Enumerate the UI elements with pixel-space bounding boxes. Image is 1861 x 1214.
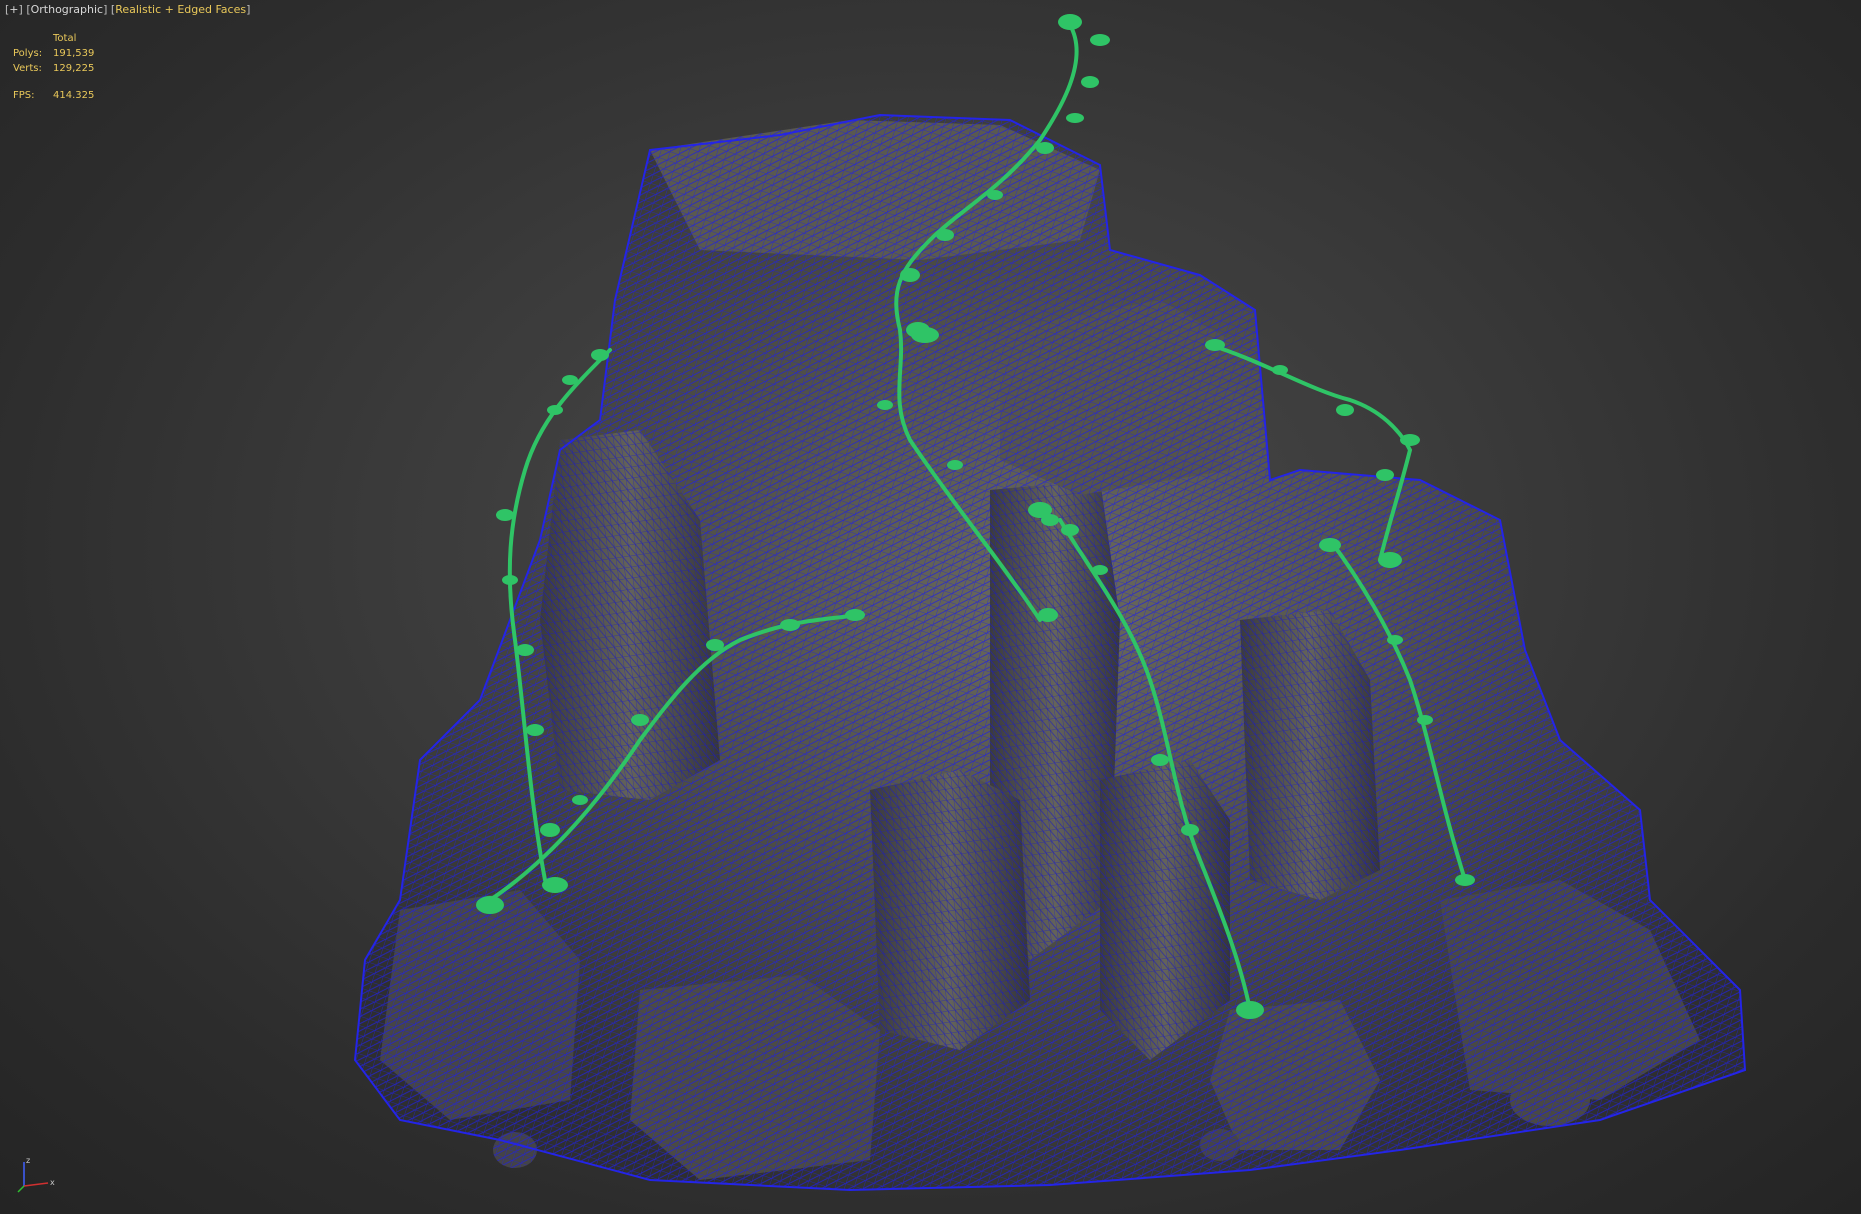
viewport-plus-menu[interactable]: + <box>9 3 18 16</box>
axis-x-line <box>23 1182 49 1187</box>
verts-label: Verts: <box>13 63 42 74</box>
axis-gizmo: z x <box>17 1156 55 1193</box>
viewport-view-menu[interactable]: Orthographic <box>31 3 104 16</box>
viewport-shading-menu[interactable]: Realistic + Edged Faces <box>115 3 246 16</box>
polys-value: 191,539 <box>53 48 95 59</box>
rock-mesh <box>353 113 1747 1192</box>
rock-model-scene[interactable] <box>0 0 1861 1214</box>
fps-value: 414.325 <box>53 90 95 101</box>
axis-y-line <box>17 1185 25 1193</box>
viewport-label-menu: [+] [Orthographic] [Realistic + Edged Fa… <box>5 3 251 16</box>
polys-label: Polys: <box>13 48 43 59</box>
axis-x-label: x <box>50 1178 55 1187</box>
axis-z-label: z <box>26 1156 30 1165</box>
stats-header: Total <box>53 33 77 44</box>
verts-value: 129,225 <box>53 63 95 74</box>
fps-label: FPS: <box>13 90 35 101</box>
viewport-3d[interactable]: [+] [Orthographic] [Realistic + Edged Fa… <box>0 0 1861 1214</box>
